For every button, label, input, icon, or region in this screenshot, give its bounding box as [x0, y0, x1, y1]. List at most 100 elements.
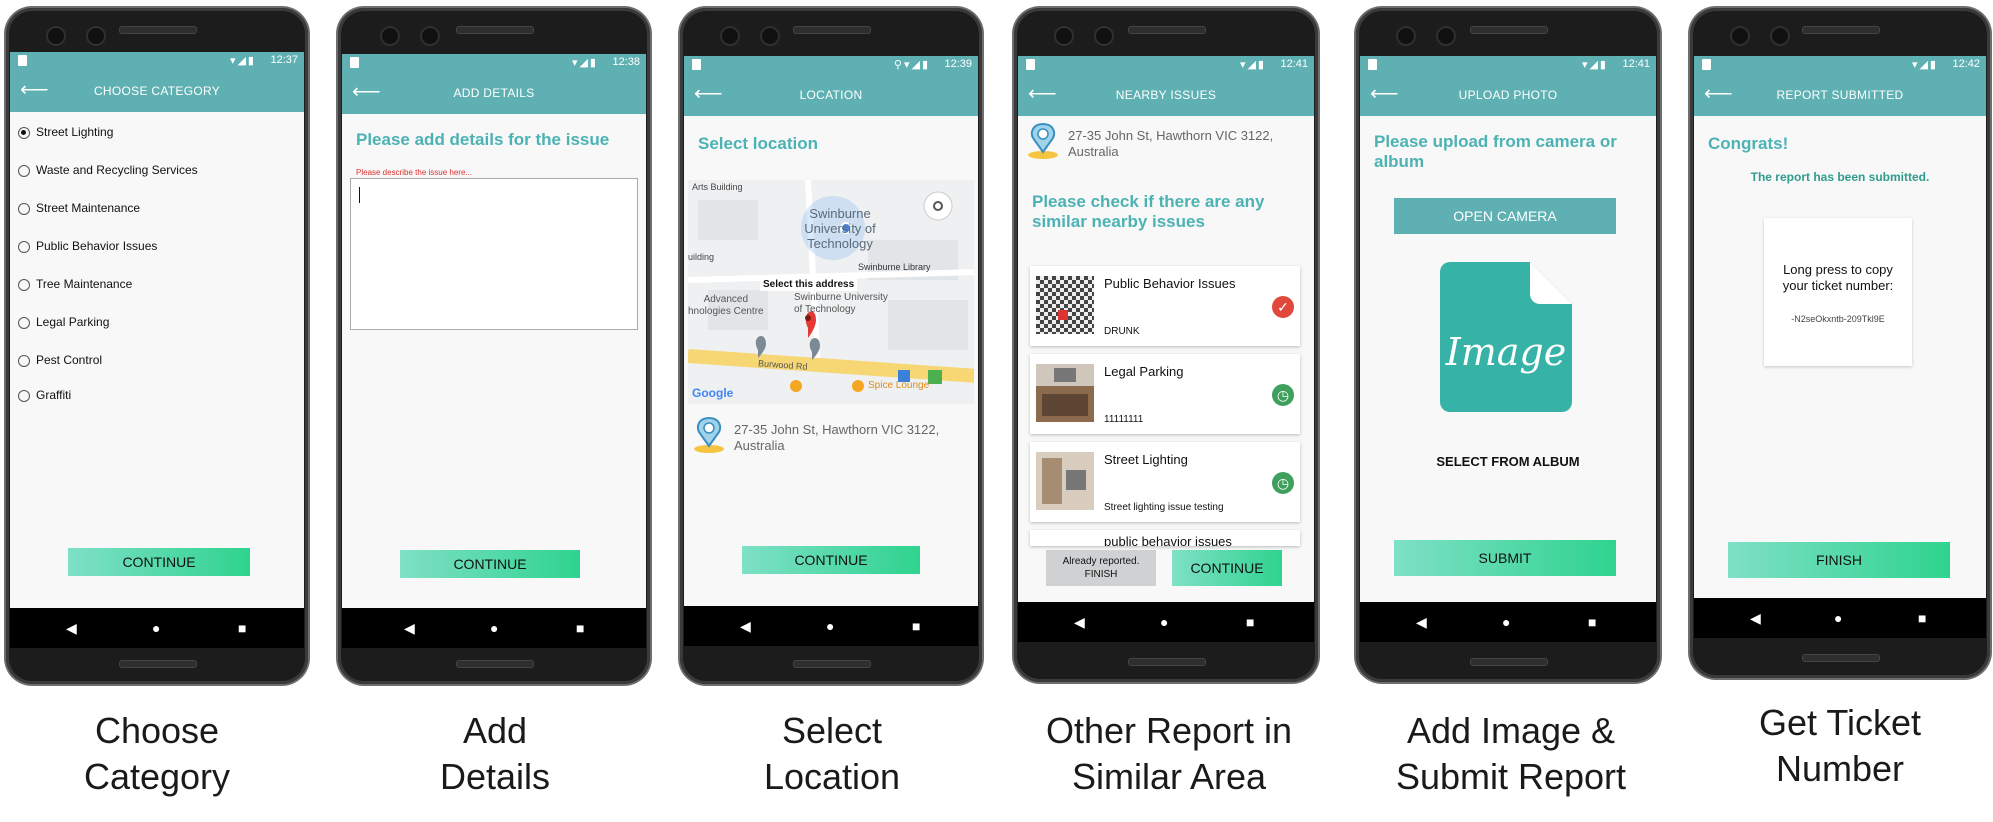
text-cursor [359, 187, 360, 203]
speaker-grille [456, 26, 534, 34]
radio-icon[interactable] [18, 203, 30, 215]
map-label: Swinburne Library [858, 262, 931, 272]
ticket-prompt: Long press to copy your ticket number: [1782, 262, 1894, 293]
nav-recents-icon[interactable]: ■ [576, 620, 584, 636]
nav-back-icon[interactable]: ◀ [1416, 614, 1427, 631]
app-bar: ⟵ ADD DETAILS [342, 72, 646, 114]
category-option[interactable]: Legal Parking [18, 314, 109, 330]
screen-choose-category: ▾◢▮ 12:37 ⟵ CHOOSE CATEGORY Street Light… [10, 52, 304, 608]
congrats-heading: Congrats! [1708, 134, 1789, 153]
category-option[interactable]: Public Behavior Issues [18, 238, 157, 254]
issue-card[interactable]: Legal Parking 11111111 ◷ [1030, 354, 1300, 434]
nav-home-icon[interactable]: ● [826, 618, 834, 634]
nav-back-icon[interactable]: ◀ [66, 620, 77, 637]
nav-home-icon[interactable]: ● [152, 620, 160, 636]
issue-card[interactable]: Public Behavior Issues DRUNK ✓ [1030, 266, 1300, 346]
continue-button[interactable]: CONTINUE [68, 548, 250, 576]
continue-button[interactable]: CONTINUE [742, 546, 920, 574]
sim-icon [350, 57, 359, 68]
nav-recents-icon[interactable]: ■ [912, 618, 920, 634]
pending-clock-icon: ◷ [1272, 384, 1294, 406]
category-label: Graffiti [36, 388, 72, 402]
issue-card[interactable]: public behavior issues [1030, 530, 1300, 546]
finish-button[interactable]: FINISH [1728, 542, 1950, 578]
nav-home-icon[interactable]: ● [1160, 614, 1168, 630]
caption-ticket-number: Get Ticket Number [1758, 702, 1922, 789]
radio-icon[interactable] [18, 355, 30, 367]
select-album-link[interactable]: SELECT FROM ALBUM [1360, 454, 1656, 469]
nav-back-icon[interactable]: ◀ [1074, 614, 1085, 631]
nav-home-icon[interactable]: ● [1502, 614, 1510, 630]
nav-home-icon[interactable]: ● [490, 620, 498, 636]
speaker-grille [1802, 654, 1880, 662]
description-hint: Please describe the issue here... [356, 168, 473, 177]
submitted-message: The report has been submitted. [1750, 170, 1930, 184]
sim-icon [18, 55, 27, 66]
status-time: 12:38 [612, 56, 640, 68]
nav-back-icon[interactable]: ◀ [740, 618, 751, 635]
status-time: 12:41 [1280, 58, 1308, 70]
front-sensor [1770, 26, 1790, 46]
sim-icon [1026, 59, 1035, 70]
issue-thumbnail [1036, 276, 1094, 334]
category-option[interactable]: Pest Control [18, 352, 102, 368]
already-reported-button[interactable]: Already reported. FINISH [1046, 550, 1156, 586]
continue-button[interactable]: CONTINUE [400, 550, 580, 578]
front-sensor [420, 26, 440, 46]
category-option[interactable]: Graffiti [18, 387, 71, 403]
screen-report-submitted: ▾◢▮ 12:42 ⟵ REPORT SUBMITTED Congrats! T… [1694, 56, 1986, 598]
map-label: Swinburne University of Technology [794, 292, 888, 315]
category-option[interactable]: Street Lighting [18, 124, 113, 140]
caption-add-image: Add Image & Submit Report [1395, 710, 1627, 797]
radio-icon[interactable] [18, 165, 30, 177]
screen-title: CHOOSE CATEGORY [93, 84, 221, 98]
radio-icon[interactable] [18, 241, 30, 253]
category-option[interactable]: Waste and Recycling Services [18, 162, 198, 178]
category-option[interactable]: Street Maintenance [18, 200, 140, 216]
issue-card[interactable]: Street Lighting Street lighting issue te… [1030, 442, 1300, 522]
screen-title: LOCATION [799, 88, 863, 102]
issue-thumbnail [1036, 452, 1094, 510]
caption-other-reports: Other Report in Similar Area [1045, 710, 1293, 797]
map-view[interactable]: Arts Building Swinburne University of Te… [688, 180, 974, 404]
front-sensor [1094, 26, 1114, 46]
nav-home-icon[interactable]: ● [1834, 610, 1842, 626]
nav-recents-icon[interactable]: ■ [1918, 610, 1926, 626]
phone-frame-submitted: ▾◢▮ 12:42 ⟵ REPORT SUBMITTED Congrats! T… [1690, 8, 1990, 678]
radio-icon[interactable] [18, 317, 30, 329]
status-bar: ▾◢▮ 12:41 [1018, 56, 1314, 74]
radio-icon[interactable] [18, 390, 30, 402]
wifi-signal-battery-icons: ▾◢▮ [229, 55, 256, 67]
phone-frame-nearby: ▾◢▮ 12:41 ⟵ NEARBY ISSUES 27-35 John St,… [1014, 8, 1318, 682]
radio-selected-icon[interactable] [18, 127, 30, 139]
description-textarea[interactable] [350, 178, 638, 330]
nav-recents-icon[interactable]: ■ [1246, 614, 1254, 630]
submit-button[interactable]: SUBMIT [1394, 540, 1616, 576]
screen-upload-photo: ▾◢▮ 12:41 ⟵ UPLOAD PHOTO Please upload f… [1360, 56, 1656, 602]
open-camera-button[interactable]: OPEN CAMERA [1394, 198, 1616, 234]
category-option[interactable]: Tree Maintenance [18, 276, 132, 292]
selected-address: 27-35 John St, Hawthorn VIC 3122, Austra… [734, 422, 940, 453]
radio-icon[interactable] [18, 279, 30, 291]
speaker-grille [793, 26, 871, 34]
nav-recents-icon[interactable]: ■ [1588, 614, 1596, 630]
issue-title: Public Behavior Issues [1104, 276, 1236, 291]
category-label: Tree Maintenance [36, 277, 133, 291]
my-location-icon[interactable] [924, 192, 952, 220]
app-bar: ⟵ LOCATION [684, 74, 978, 116]
issue-description: 11111111 [1104, 414, 1144, 425]
ticket-card[interactable]: Long press to copy your ticket number: -… [1764, 218, 1912, 366]
front-camera [1054, 26, 1074, 46]
wifi-signal-battery-icons: ▾◢▮ [1911, 59, 1938, 71]
image-placeholder-icon[interactable]: Image [1440, 262, 1572, 412]
nav-back-icon[interactable]: ◀ [404, 620, 415, 637]
screen-title: NEARBY ISSUES [1115, 88, 1217, 102]
continue-button[interactable]: CONTINUE [1172, 550, 1282, 586]
app-bar: ⟵ UPLOAD PHOTO [1360, 74, 1656, 116]
select-address-label[interactable]: Select this address [760, 278, 858, 291]
category-label: Public Behavior Issues [36, 239, 158, 253]
ticket-number[interactable]: -N2seOkxntb-209Tkl9E [1764, 314, 1912, 324]
screen-title: UPLOAD PHOTO [1458, 88, 1558, 102]
nav-recents-icon[interactable]: ■ [238, 620, 246, 636]
nav-back-icon[interactable]: ◀ [1750, 610, 1761, 627]
